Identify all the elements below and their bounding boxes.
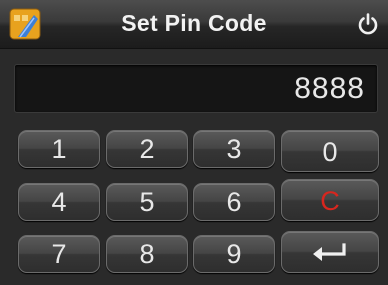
key-2[interactable]: 2 [106, 130, 188, 168]
clear-button-label: C [320, 186, 340, 216]
enter-button[interactable] [281, 231, 379, 273]
key-7-label: 7 [51, 239, 67, 269]
key-8[interactable]: 8 [106, 235, 188, 273]
key-1-label: 1 [51, 134, 67, 164]
window-title: Set Pin Code [121, 10, 267, 36]
key-9[interactable]: 9 [193, 235, 275, 273]
key-8-label: 8 [139, 239, 155, 269]
key-4-label: 4 [51, 187, 67, 217]
key-3-label: 3 [226, 134, 242, 164]
key-6-label: 6 [226, 187, 242, 217]
key-9-label: 9 [226, 239, 242, 269]
key-0[interactable]: 0 [281, 130, 379, 172]
clear-button[interactable]: C [281, 179, 379, 221]
enter-return-icon [313, 243, 346, 261]
set-pin-code-screen: Set Pin Code 8888 1 2 3 0 4 5 6 C 7 8 9 [0, 0, 388, 285]
key-5[interactable]: 5 [106, 183, 188, 221]
key-6[interactable]: 6 [193, 183, 275, 221]
title-bar: Set Pin Code [0, 0, 388, 49]
pin-display-value: 8888 [294, 72, 365, 105]
key-3[interactable]: 3 [193, 130, 275, 168]
key-0-label: 0 [322, 137, 338, 167]
key-1[interactable]: 1 [18, 130, 100, 168]
key-4[interactable]: 4 [18, 183, 100, 221]
key-5-label: 5 [139, 187, 155, 217]
power-icon[interactable] [355, 11, 381, 37]
pin-display: 8888 [14, 64, 378, 113]
key-7[interactable]: 7 [18, 235, 100, 273]
key-2-label: 2 [139, 134, 155, 164]
